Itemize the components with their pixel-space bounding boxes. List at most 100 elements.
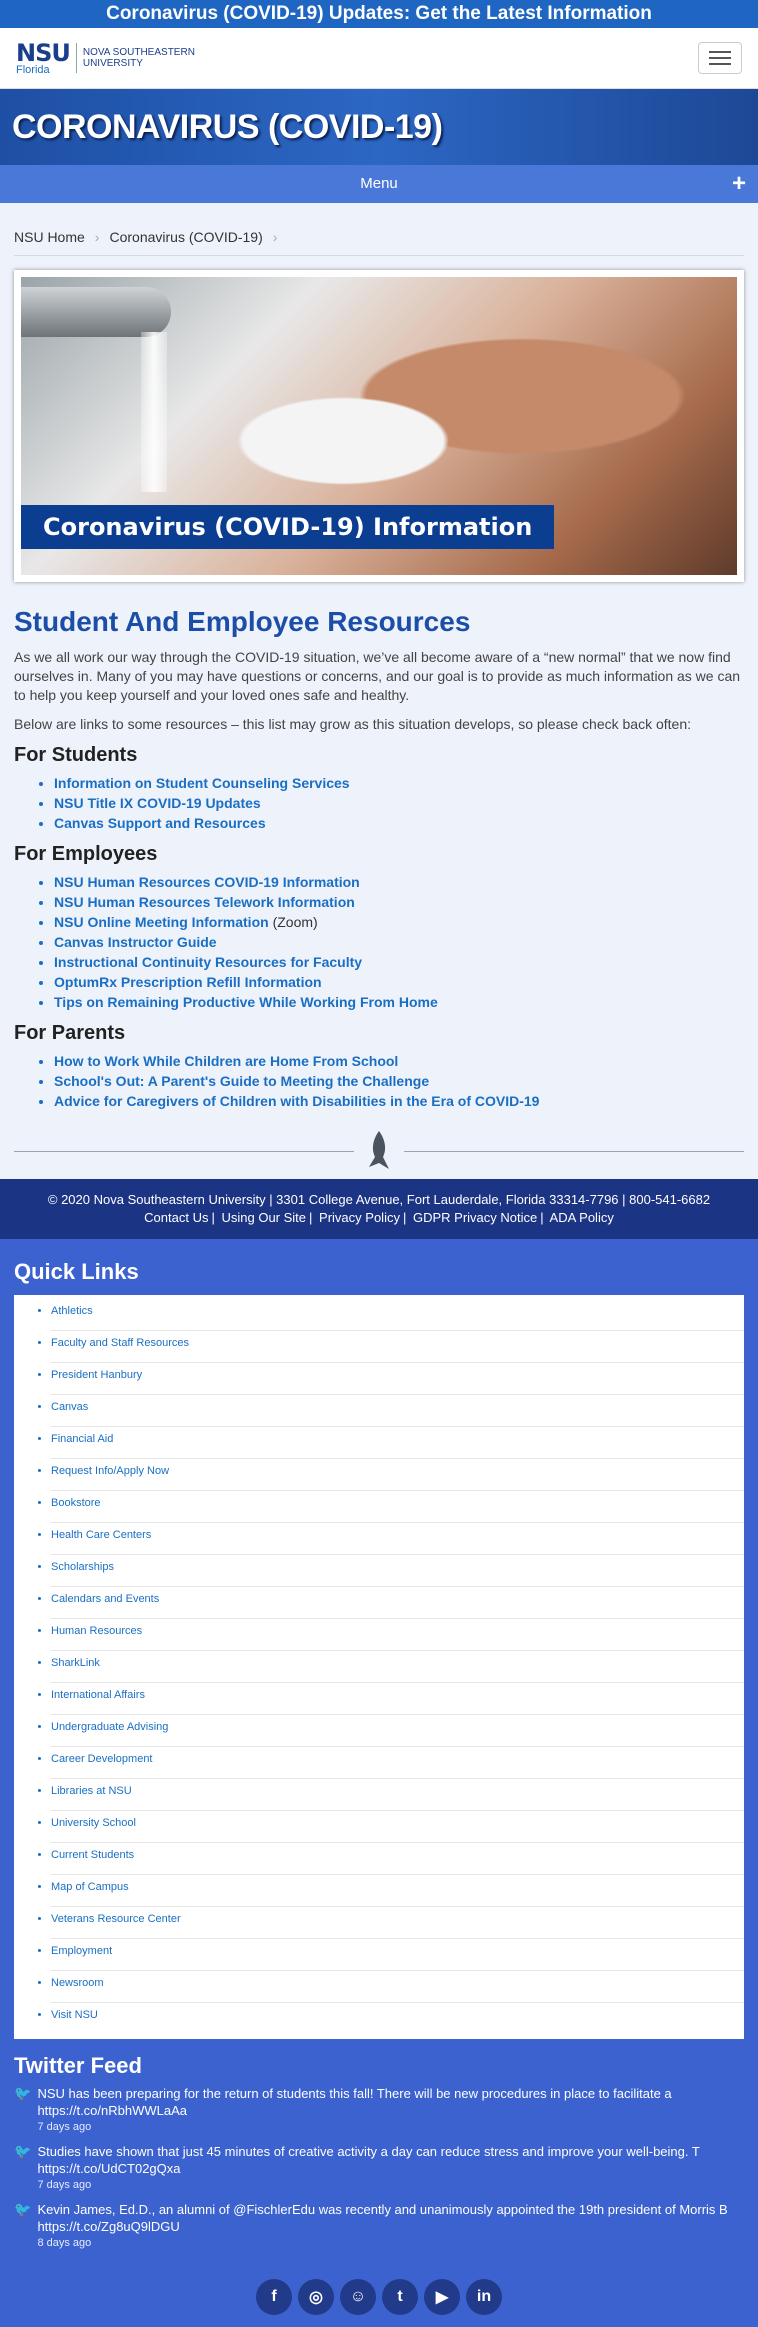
quick-link[interactable]: President Hanbury <box>51 1369 142 1381</box>
footer-info: © 2020 Nova Southeastern University | 33… <box>0 1179 758 1239</box>
list-item: Canvas Support and Resources <box>54 813 744 833</box>
quick-link[interactable]: Undergraduate Advising <box>51 1721 168 1733</box>
quick-link[interactable]: Calendars and Events <box>51 1593 159 1605</box>
tweet-text[interactable]: Studies have shown that just 45 minutes … <box>37 2143 744 2177</box>
nsu-logo[interactable]: NSU Florida NOVA SOUTHEASTERN UNIVERSITY <box>16 41 195 76</box>
quick-link[interactable]: Current Students <box>51 1849 134 1861</box>
parents-link[interactable]: Advice for Caregivers of Children with D… <box>54 1093 539 1109</box>
quick-link[interactable]: Request Info/Apply Now <box>51 1465 169 1477</box>
parents-link[interactable]: How to Work While Children are Home From… <box>54 1053 398 1069</box>
list-item: Map of Campus <box>51 1875 744 1907</box>
students-link-list: Information on Student Counseling Servic… <box>14 773 744 833</box>
students-link[interactable]: Canvas Support and Resources <box>54 815 266 831</box>
students-link[interactable]: Information on Student Counseling Servic… <box>54 775 350 791</box>
faucet-graphic <box>21 287 171 337</box>
using-our-site-link[interactable]: Using Our Site <box>221 1210 306 1225</box>
employees-link[interactable]: NSU Human Resources Telework Information <box>54 894 355 910</box>
logo-abbr: NSU <box>16 38 71 67</box>
tweet-text[interactable]: Kevin James, Ed.D., an alumni of @Fischl… <box>37 2201 744 2235</box>
employees-link[interactable]: NSU Human Resources COVID-19 Information <box>54 874 360 890</box>
twitter-bird-icon: 🐦 <box>14 2143 32 2159</box>
intro-paragraph: As we all work our way through the COVID… <box>14 649 741 703</box>
quick-link[interactable]: Employment <box>51 1945 112 1957</box>
quick-link[interactable]: Newsroom <box>51 1977 104 1989</box>
twitter-icon[interactable]: t <box>382 2279 418 2315</box>
employees-link[interactable]: Canvas Instructor Guide <box>54 934 217 950</box>
tweet: 🐦 Studies have shown that just 45 minute… <box>14 2143 744 2191</box>
breadcrumb-home[interactable]: NSU Home <box>14 229 85 245</box>
list-item: Athletics <box>51 1299 744 1331</box>
facebook-icon[interactable]: f <box>256 2279 292 2315</box>
quick-link[interactable]: University School <box>51 1817 136 1829</box>
quick-link[interactable]: SharkLink <box>51 1657 100 1669</box>
quick-link[interactable]: Career Development <box>51 1753 153 1765</box>
quick-link[interactable]: Health Care Centers <box>51 1529 151 1541</box>
list-item: Tips on Remaining Productive While Worki… <box>54 992 744 1012</box>
youtube-icon[interactable]: ▶ <box>424 2279 460 2315</box>
divider-line-left <box>14 1151 354 1152</box>
list-item: Canvas Instructor Guide <box>54 932 744 952</box>
quick-link[interactable]: Map of Campus <box>51 1881 129 1893</box>
covid-alert-bar[interactable]: Coronavirus (COVID-19) Updates: Get the … <box>0 0 758 28</box>
list-item: Canvas <box>51 1395 744 1427</box>
breadcrumb: NSU Home › Coronavirus (COVID-19) › <box>14 229 744 256</box>
quick-link[interactable]: Canvas <box>51 1401 88 1413</box>
quick-link[interactable]: Faculty and Staff Resources <box>51 1337 189 1349</box>
menu-toggle-bar[interactable]: Menu + <box>0 165 758 203</box>
quick-link[interactable]: Financial Aid <box>51 1433 113 1445</box>
quick-link[interactable]: Veterans Resource Center <box>51 1913 181 1925</box>
plus-icon[interactable]: + <box>732 165 746 203</box>
parents-link[interactable]: School's Out: A Parent's Guide to Meetin… <box>54 1073 429 1089</box>
intro-paragraph-2: Below are links to some resources – this… <box>14 716 691 732</box>
privacy-policy-link[interactable]: Privacy Policy <box>319 1210 400 1225</box>
list-item: Veterans Resource Center <box>51 1907 744 1939</box>
water-graphic <box>141 332 167 492</box>
logo-name-line2: UNIVERSITY <box>82 58 143 69</box>
quick-link[interactable]: International Affairs <box>51 1689 145 1701</box>
quick-link[interactable]: Libraries at NSU <box>51 1785 132 1797</box>
students-link[interactable]: NSU Title IX COVID-19 Updates <box>54 795 261 811</box>
list-item: Career Development <box>51 1747 744 1779</box>
chevron-right-icon: › <box>272 229 278 245</box>
ada-policy-link[interactable]: ADA Policy <box>550 1210 614 1225</box>
contact-us-link[interactable]: Contact Us <box>144 1210 208 1225</box>
logo-state: Florida <box>16 63 50 76</box>
quick-link[interactable]: Scholarships <box>51 1561 114 1573</box>
tweet-text[interactable]: NSU has been preparing for the return of… <box>37 2085 744 2119</box>
list-item: NSU Human Resources COVID-19 Information <box>54 872 744 892</box>
list-item: Bookstore <box>51 1491 744 1523</box>
snapchat-icon[interactable]: ☺ <box>340 2279 376 2315</box>
gdpr-link[interactable]: GDPR Privacy Notice <box>413 1210 537 1225</box>
list-item: OptumRx Prescription Refill Information <box>54 972 744 992</box>
quick-link[interactable]: Athletics <box>51 1305 93 1317</box>
tweet: 🐦 NSU has been preparing for the return … <box>14 2085 744 2133</box>
twitter-bird-icon: 🐦 <box>14 2085 32 2101</box>
employees-link[interactable]: Tips on Remaining Productive While Worki… <box>54 994 438 1010</box>
hamburger-icon[interactable] <box>698 42 742 74</box>
twitter-feed: Twitter Feed 🐦 NSU has been preparing fo… <box>0 2053 758 2273</box>
hero-banner: Coronavirus (COVID-19) Information <box>14 270 744 582</box>
list-item: Human Resources <box>51 1619 744 1651</box>
logo-full-name: NOVA SOUTHEASTERN UNIVERSITY <box>83 47 195 69</box>
list-item: Faculty and Staff Resources <box>51 1331 744 1363</box>
students-heading: For Students <box>14 744 138 766</box>
list-item: President Hanbury <box>51 1363 744 1395</box>
employees-link[interactable]: NSU Online Meeting Information <box>54 914 269 930</box>
shark-divider <box>14 1129 744 1173</box>
chevron-right-icon: › <box>94 229 100 245</box>
zoom-note: (Zoom) <box>272 914 318 930</box>
employees-link[interactable]: Instructional Continuity Resources for F… <box>54 954 362 970</box>
logo-name-line1: NOVA SOUTHEASTERN <box>82 47 195 58</box>
linkedin-icon[interactable]: in <box>466 2279 502 2315</box>
quick-link[interactable]: Bookstore <box>51 1497 101 1509</box>
breadcrumb-current[interactable]: Coronavirus (COVID-19) <box>109 229 262 245</box>
parents-link-list: How to Work While Children are Home From… <box>14 1051 744 1111</box>
instagram-icon[interactable]: ◎ <box>298 2279 334 2315</box>
quick-link[interactable]: Visit NSU <box>51 2009 98 2021</box>
list-item: International Affairs <box>51 1683 744 1715</box>
quick-link[interactable]: Human Resources <box>51 1625 142 1637</box>
main-content: Student And Employee Resources As we all… <box>0 606 758 1111</box>
banner-caption: Coronavirus (COVID-19) Information <box>21 505 555 549</box>
list-item: Libraries at NSU <box>51 1779 744 1811</box>
employees-link[interactable]: OptumRx Prescription Refill Information <box>54 974 322 990</box>
